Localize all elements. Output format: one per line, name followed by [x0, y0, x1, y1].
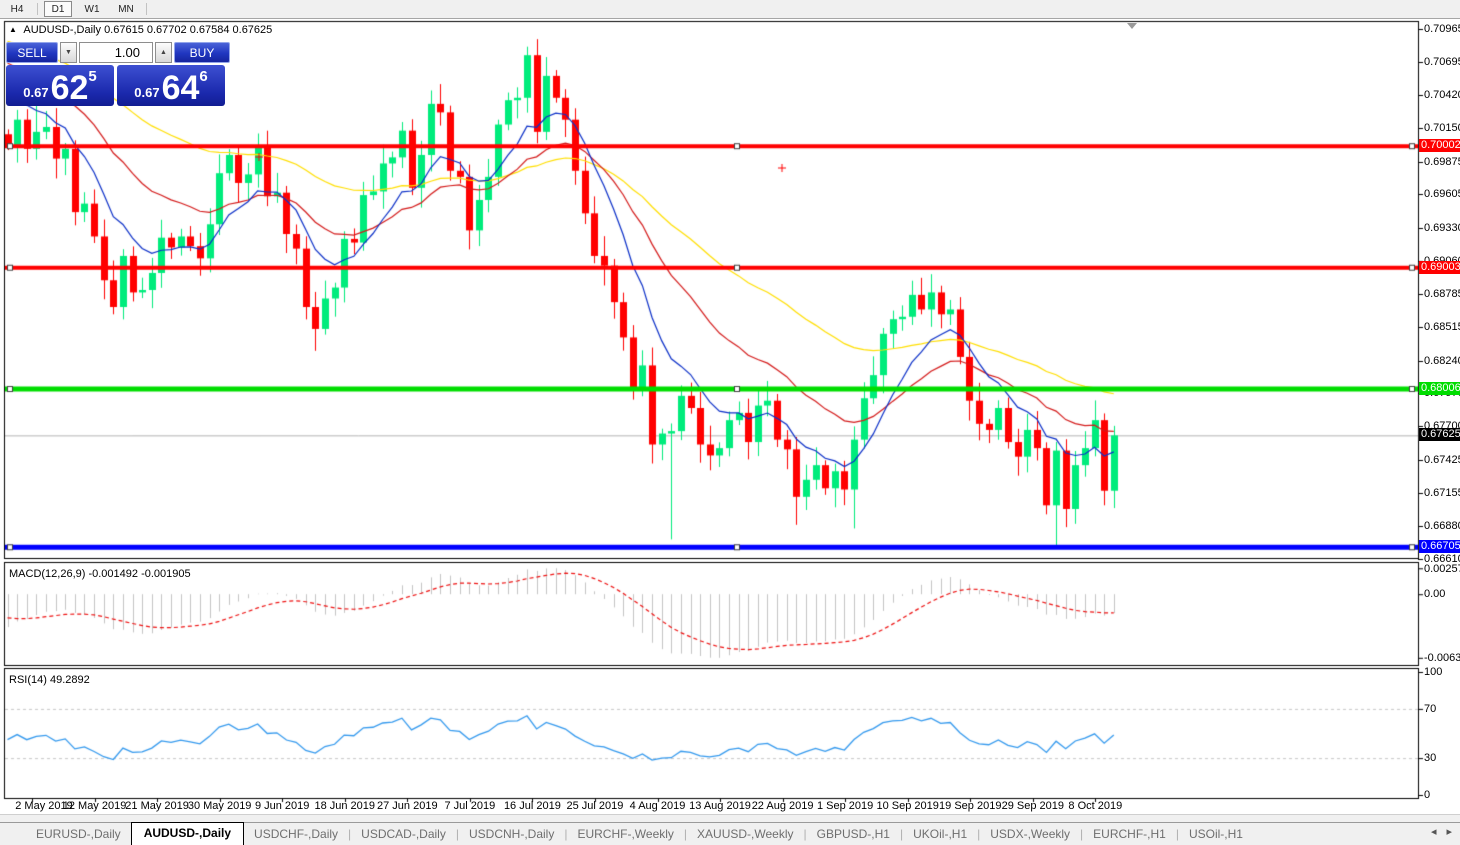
buy-price-pip: 6: [199, 68, 208, 85]
price-axis-label: 0.70965: [1424, 23, 1460, 36]
one-click-trade-panel: SELL ▼ ▲ BUY 0.67 62 5 0.67 64 6: [6, 42, 230, 106]
macd-axis-label: -0.006326: [1424, 651, 1460, 664]
tab-audusd-daily[interactable]: AUDUSD-,Daily: [130, 822, 245, 845]
timeframe-button-d1[interactable]: D1: [44, 1, 72, 17]
toolbar-separator: [37, 3, 38, 15]
buy-button[interactable]: BUY: [174, 42, 230, 63]
buy-price-prefix: 0.67: [134, 85, 160, 100]
rsi-axis-label: 30: [1424, 752, 1437, 765]
price-chart-canvas[interactable]: [0, 0, 1460, 845]
hline-price-badge: 0.70002: [1419, 139, 1460, 153]
timeframe-button-w1[interactable]: W1: [78, 1, 106, 17]
hline-price-badge: 0.69003: [1419, 260, 1460, 274]
rsi-axis-label: 70: [1424, 702, 1437, 715]
price-axis-label: 0.70695: [1424, 55, 1460, 68]
tab-gbpusd-h1[interactable]: GBPUSD-,H1: [807, 824, 900, 845]
volume-input[interactable]: [79, 42, 153, 63]
macd-axis-label: 0.00: [1424, 588, 1446, 601]
timeframe-toolbar: H4 D1 W1 MN: [0, 0, 1460, 19]
tab-eurusd-daily[interactable]: EURUSD-,Daily: [26, 824, 131, 845]
tab-scroll-left-icon[interactable]: ◂: [1431, 827, 1437, 838]
toolbar-separator: [146, 3, 147, 15]
tab-xauusd-weekly[interactable]: XAUUSD-,Weekly: [687, 824, 803, 845]
chart-shift-marker-icon[interactable]: [1127, 23, 1137, 29]
price-axis-label: 0.68240: [1424, 354, 1460, 367]
rsi-indicator-label: RSI(14) 49.2892: [9, 674, 90, 686]
sell-price-big: 62: [50, 69, 89, 107]
price-axis-label: 0.70420: [1424, 89, 1460, 102]
buy-price-big: 64: [161, 69, 200, 107]
tab-usdcnh-daily[interactable]: USDCNH-,Daily: [459, 824, 564, 845]
macd-indicator-label: MACD(12,26,9) -0.001492 -0.001905: [9, 568, 191, 580]
price-axis-label: 0.69875: [1424, 155, 1460, 168]
price-axis-label: 0.70150: [1424, 122, 1460, 135]
tab-usoil-h1[interactable]: USOil-,H1: [1179, 824, 1253, 845]
volume-decrease-button[interactable]: ▼: [60, 42, 77, 63]
tab-usdx-weekly[interactable]: USDX-,Weekly: [980, 824, 1080, 845]
chart-tab-bar: EURUSD-,Daily AUDUSD-,Daily USDCHF-,Daily |…: [0, 822, 1460, 845]
timeframe-button-h4[interactable]: H4: [3, 1, 31, 17]
tab-ukoil-h1[interactable]: UKOil-,H1: [903, 824, 977, 845]
rsi-axis-label: 0: [1424, 789, 1431, 801]
price-axis-label: 0.69605: [1424, 188, 1460, 201]
tab-eurchf-h1[interactable]: EURCHF-,H1: [1083, 824, 1176, 845]
tab-eurchf-weekly[interactable]: EURCHF-,Weekly: [567, 824, 683, 845]
macd-axis-label: 0.002574: [1424, 563, 1460, 575]
tab-usdcad-daily[interactable]: USDCAD-,Daily: [351, 824, 456, 845]
tab-usdchf-daily[interactable]: USDCHF-,Daily: [244, 824, 348, 845]
chart-title: ▲ AUDUSD-,Daily 0.67615 0.67702 0.67584 …: [9, 24, 272, 36]
hline-price-badge: 0.66705: [1419, 540, 1460, 554]
date-axis-label: 8 Oct 2019: [1068, 800, 1123, 812]
sell-price-display[interactable]: 0.67 62 5: [6, 65, 114, 106]
symbol-collapse-icon[interactable]: ▲: [9, 25, 17, 34]
tab-scroll-arrows: ◂ ▸: [1431, 827, 1452, 838]
chart-title-symbol: AUDUSD-,Daily: [23, 24, 101, 36]
current-price-badge: 0.67625: [1419, 428, 1460, 442]
timeframe-button-mn[interactable]: MN: [112, 1, 140, 17]
price-axis-label: 0.67425: [1424, 453, 1460, 466]
price-axis-label: 0.69330: [1424, 221, 1460, 234]
sell-price-prefix: 0.67: [23, 85, 49, 100]
price-axis-label: 0.66880: [1424, 520, 1460, 532]
buy-price-display[interactable]: 0.67 64 6: [117, 65, 225, 106]
price-axis-label: 0.67155: [1424, 486, 1460, 499]
hline-price-badge: 0.68006: [1419, 382, 1460, 396]
rsi-axis-label: 100: [1424, 666, 1443, 678]
volume-increase-button[interactable]: ▲: [155, 42, 172, 63]
tab-scroll-right-icon[interactable]: ▸: [1446, 827, 1452, 838]
sell-price-pip: 5: [88, 68, 97, 85]
sell-button[interactable]: SELL: [6, 42, 58, 63]
price-axis-label: 0.68785: [1424, 288, 1460, 301]
chart-title-quote: 0.67615 0.67702 0.67584 0.67625: [104, 24, 273, 36]
price-axis-label: 0.68515: [1424, 321, 1460, 334]
